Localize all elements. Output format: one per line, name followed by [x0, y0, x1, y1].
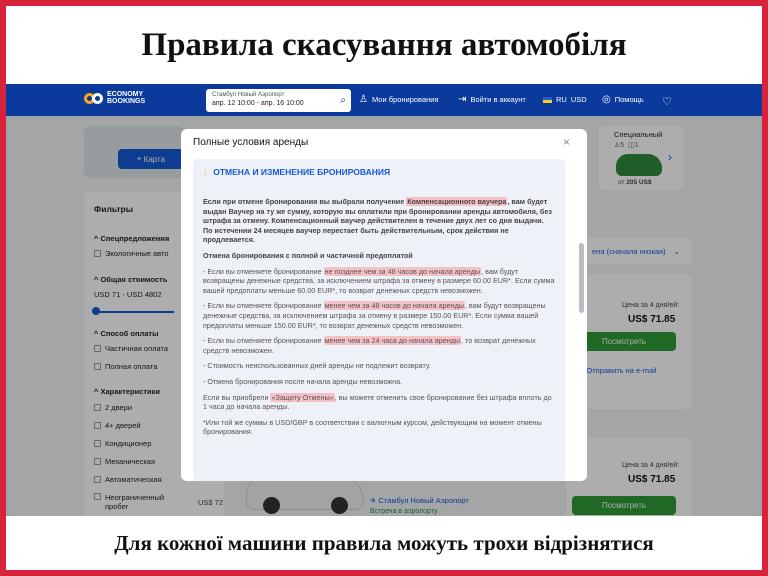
login-label: Войти в аккаунт — [470, 95, 526, 104]
modal-title: Полные условия аренды — [193, 137, 309, 148]
highlight: менее чем за 48 часов до начала аренды — [323, 301, 465, 311]
language-currency-selector[interactable]: RU USD — [543, 95, 587, 104]
cancellation-protection-paragraph: Если вы приобрели «Защиту Отмены», вы мо… — [203, 392, 552, 412]
cancellation-section-header[interactable]: ↓ ОТМЕНА И ИЗМЕНЕНИЕ БРОНИРОВАНИЯ — [203, 167, 390, 177]
search-summary-box[interactable]: Стамбул Новый Аэропорт апр. 12 10:00 - а… — [206, 89, 351, 112]
highlight: не позднее чем за 48 часов до начала аре… — [323, 266, 482, 276]
arrow-down-icon: ↓ — [203, 167, 208, 177]
highlight: Компенсационного ваучера — [406, 197, 508, 206]
favorites-heart-icon[interactable]: ♡ — [662, 95, 672, 108]
modal-scrollbar[interactable] — [579, 243, 584, 313]
login-icon: ⇥ — [458, 93, 467, 105]
rule-unused-days: - Стоимость неиспользованных дней аренды… — [203, 361, 431, 371]
search-icon[interactable]: ⌕ — [340, 95, 346, 106]
help-icon: ◎ — [602, 93, 611, 105]
subheading: Отмена бронирования с полной и частичной… — [203, 250, 413, 260]
user-icon: ♙ — [359, 93, 368, 105]
currency-label: USD — [570, 95, 587, 104]
logo-text-2: BOOKINGS — [107, 98, 146, 105]
slide-frame: Правила скасування автомобіля ECONOMY BOO… — [6, 6, 762, 570]
help-label: Помощь — [614, 95, 644, 104]
voucher-paragraph: Если при отмене бронирования вы выбрали … — [203, 197, 552, 245]
website-screenshot: ECONOMY BOOKINGS Стамбул Новый Аэропорт а… — [6, 84, 762, 516]
my-bookings-label: Мои бронирования — [371, 95, 439, 104]
top-navbar: ECONOMY BOOKINGS Стамбул Новый Аэропорт а… — [6, 84, 762, 116]
search-location: Стамбул Новый Аэропорт — [212, 92, 285, 98]
currency-footnote: *Или той же суммы в USD/GBP в соответств… — [203, 417, 542, 437]
rule-48h-before: - Если вы отменяете бронирование не позд… — [203, 266, 555, 295]
highlight: менее чем за 24 часа до начала аренды — [323, 336, 462, 346]
rule-48h-less: - Если вы отменяете бронирование менее ч… — [203, 301, 546, 330]
terms-text: Если при отмене бронирования вы выбрали … — [203, 197, 555, 443]
site-logo[interactable]: ECONOMY BOOKINGS — [84, 91, 145, 105]
my-bookings-link[interactable]: ♙ Мои бронирования — [359, 93, 439, 105]
close-icon[interactable]: × — [563, 135, 570, 149]
logo-text-1: ECONOMY — [107, 91, 144, 98]
section-title: ОТМЕНА И ИЗМЕНЕНИЕ БРОНИРОВАНИЯ — [213, 167, 391, 177]
rule-after-start: - Отмена бронирования после начала аренд… — [203, 376, 403, 386]
login-link[interactable]: ⇥ Войти в аккаунт — [458, 93, 526, 105]
slide-subtitle: Для кожної машини правила можуть трохи в… — [114, 530, 654, 555]
ua-flag-icon — [543, 96, 552, 103]
help-link[interactable]: ◎ Помощь — [602, 93, 644, 105]
slide-title: Правила скасування автомобіля — [141, 26, 627, 63]
search-dates: апр. 12 10:00 - апр. 16 10:00 — [212, 100, 304, 107]
rental-terms-modal: Полные условия аренды × ↓ ОТМЕНА И ИЗМЕНЕ… — [181, 129, 587, 481]
language-label: RU — [556, 95, 567, 104]
logo-icon — [84, 92, 103, 104]
highlight: «Защиту Отмены» — [270, 392, 335, 402]
terms-panel: ↓ ОТМЕНА И ИЗМЕНЕНИЕ БРОНИРОВАНИЯ Если пр… — [193, 159, 565, 481]
rule-24h-less: - Если вы отменяете бронирование менее ч… — [203, 336, 536, 355]
